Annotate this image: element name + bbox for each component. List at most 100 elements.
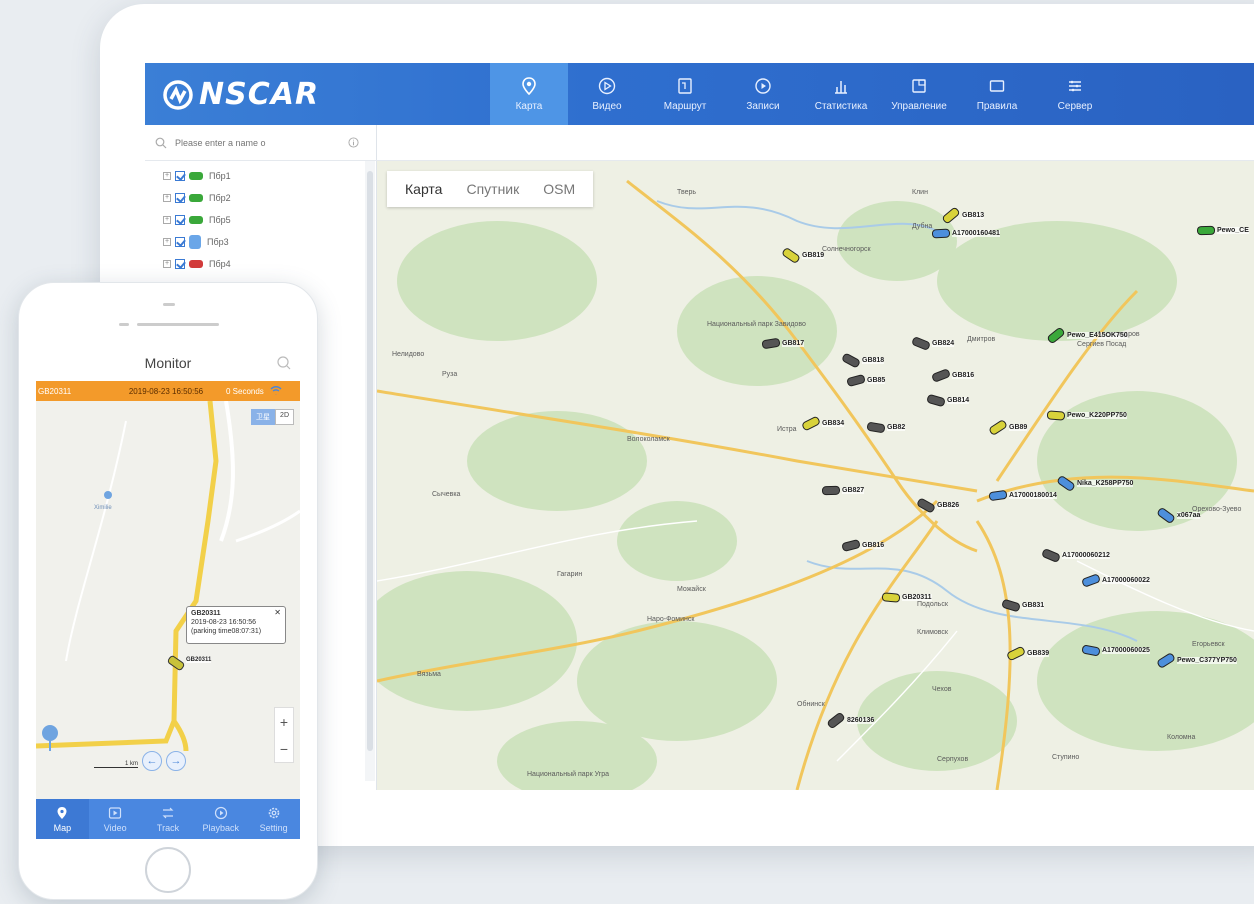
car-icon: [821, 485, 841, 496]
tab-satellite[interactable]: Спутник: [454, 181, 531, 197]
vehicle-marker-label: GB824: [932, 340, 955, 347]
tab-setting[interactable]: Setting: [247, 799, 300, 839]
vehicle-marker-label: A17000060022: [1102, 577, 1150, 584]
tree-checkbox[interactable]: [175, 259, 185, 269]
nav-route[interactable]: Маршрут: [646, 63, 724, 125]
nav-rules[interactable]: Правила: [958, 63, 1036, 125]
vehicle-marker[interactable]: Pewo_CE: [1196, 225, 1249, 236]
map-place-label: Дубна: [912, 223, 933, 230]
tab-video[interactable]: Video: [89, 799, 142, 839]
map-place-label: Подольск: [917, 601, 948, 608]
prev-button[interactable]: ←: [142, 751, 162, 771]
nav-records[interactable]: Записи: [724, 63, 802, 125]
vehicle-marker[interactable]: GB816: [930, 368, 975, 383]
tree-item[interactable]: + Пбр5: [163, 209, 231, 231]
tree-item[interactable]: + Пбр2: [163, 187, 231, 209]
vehicle-marker[interactable]: GB814: [926, 393, 970, 408]
expand-icon[interactable]: +: [163, 216, 171, 224]
vehicle-marker-label: Nika_K258PP750: [1077, 480, 1134, 487]
vehicle-marker[interactable]: GB82: [866, 421, 906, 434]
zoom-out-button[interactable]: −: [280, 741, 288, 757]
vehicle-marker[interactable]: Pewo_C377YP750: [1155, 651, 1237, 670]
parking-icon: [189, 235, 201, 249]
vehicle-marker[interactable]: GB827: [821, 485, 865, 496]
vehicle-marker-label: Pewo_E415OK750: [1067, 332, 1128, 339]
nav-statistics[interactable]: Статистика: [802, 63, 880, 125]
vehicle-marker[interactable]: GB89: [988, 418, 1028, 437]
close-icon[interactable]: ✕: [274, 608, 281, 617]
toggle-2d[interactable]: 2D: [275, 409, 294, 425]
home-button[interactable]: [145, 847, 191, 893]
tree-item[interactable]: + Пбр4: [163, 253, 231, 275]
vehicle-icon: [189, 216, 203, 224]
vehicle-marker[interactable]: GB834: [800, 415, 845, 432]
vehicle-marker[interactable]: A17000160481: [931, 228, 1000, 239]
vehicle-marker[interactable]: Pewo_E415OK750: [1046, 326, 1128, 345]
vehicle-marker[interactable]: GB85: [846, 373, 886, 388]
car-icon: [931, 228, 951, 239]
vehicle-marker[interactable]: 8260136: [826, 711, 875, 730]
tree-item[interactable]: + Пбр3: [163, 231, 231, 253]
vehicle-marker[interactable]: GB831: [1001, 598, 1045, 613]
tree-checkbox[interactable]: [175, 171, 185, 181]
map-place-label: Климовск: [917, 629, 948, 636]
tree-checkbox[interactable]: [175, 215, 185, 225]
expand-icon[interactable]: +: [163, 238, 171, 246]
vehicle-marker-label: GB20311: [186, 657, 212, 663]
map-place-label: Егорьевск: [1192, 641, 1225, 648]
vehicle-marker-label: Pewo_CE: [1217, 227, 1249, 234]
phone-screen: Monitor GB20311 2019-08-23 16:50:56 0 Se…: [36, 345, 300, 839]
vehicle-marker[interactable]: A17000060022: [1081, 573, 1150, 588]
vehicle-marker[interactable]: A17000060212: [1040, 547, 1110, 564]
vehicle-marker[interactable]: GB816: [841, 538, 885, 553]
vehicle-marker[interactable]: A17000180014: [988, 489, 1057, 502]
nav-map[interactable]: Карта: [490, 63, 568, 125]
vehicle-marker[interactable]: Pewo_K220PP750: [1046, 410, 1127, 421]
zoom-in-button[interactable]: +: [280, 714, 288, 730]
tab-map[interactable]: Map: [36, 799, 89, 839]
desktop-map[interactable]: Карта Спутник OSM Тверь Дубна Клин Солнечно…: [377, 161, 1254, 790]
vehicle-marker[interactable]: x067aa: [1156, 506, 1201, 525]
expand-icon[interactable]: +: [163, 172, 171, 180]
phone-map[interactable]: 卫星 2D Ximilie ✕ GB20311 2019-08-23 16:50…: [36, 401, 300, 799]
next-button[interactable]: →: [166, 751, 186, 771]
tab-track[interactable]: Track: [142, 799, 195, 839]
nav-server[interactable]: Сервер: [1036, 63, 1114, 125]
search-input[interactable]: [175, 137, 342, 148]
nav-video[interactable]: Видео: [568, 63, 646, 125]
car-icon: [881, 592, 901, 603]
info-icon[interactable]: [348, 137, 359, 148]
search-icon[interactable]: [276, 355, 292, 371]
tab-osm[interactable]: OSM: [531, 181, 587, 197]
vehicle-marker-label: GB831: [1022, 602, 1045, 609]
tab-map[interactable]: Карта: [393, 181, 454, 197]
vehicle-marker-label: A17000160481: [952, 230, 1000, 237]
expand-icon[interactable]: +: [163, 260, 171, 268]
wifi-icon: [270, 386, 282, 395]
tree-checkbox[interactable]: [175, 193, 185, 203]
vehicle-tree: + Пбр1 + Пбр2 + Пбр5 + Пбр3 + Пбр4: [163, 165, 231, 275]
map-place-label: Дмитров: [967, 336, 996, 343]
tab-playback[interactable]: Playback: [194, 799, 247, 839]
vehicle-marker-label: A17000180014: [1009, 492, 1057, 499]
expand-icon[interactable]: +: [163, 194, 171, 202]
tree-checkbox[interactable]: [175, 237, 185, 247]
scrollbar-thumb[interactable]: [367, 171, 373, 751]
vehicle-marker[interactable]: Nika_K258PP750: [1056, 474, 1134, 493]
vehicle-marker[interactable]: GB839: [1005, 645, 1050, 662]
nav-management[interactable]: Управление: [880, 63, 958, 125]
vehicle-marker[interactable]: GB818: [840, 352, 885, 369]
play-icon: [109, 806, 122, 819]
toggle-satellite[interactable]: 卫星: [251, 409, 276, 425]
vehicle-marker[interactable]: GB813: [941, 206, 985, 225]
nav-label: Сервер: [1057, 100, 1093, 112]
sidebar-scrollbar[interactable]: [365, 161, 375, 781]
vehicle-marker[interactable]: GB817: [761, 337, 805, 350]
vehicle-marker[interactable]: A17000060025: [1081, 644, 1150, 657]
vehicle-marker[interactable]: GB824: [910, 335, 955, 352]
vehicle-marker[interactable]: GB819: [781, 246, 825, 265]
tree-item[interactable]: + Пбр1: [163, 165, 231, 187]
vehicle-marker[interactable]: GB20311: [881, 592, 932, 603]
logo: NSCAR: [163, 77, 319, 112]
vehicle-marker[interactable]: GB826: [915, 497, 960, 514]
